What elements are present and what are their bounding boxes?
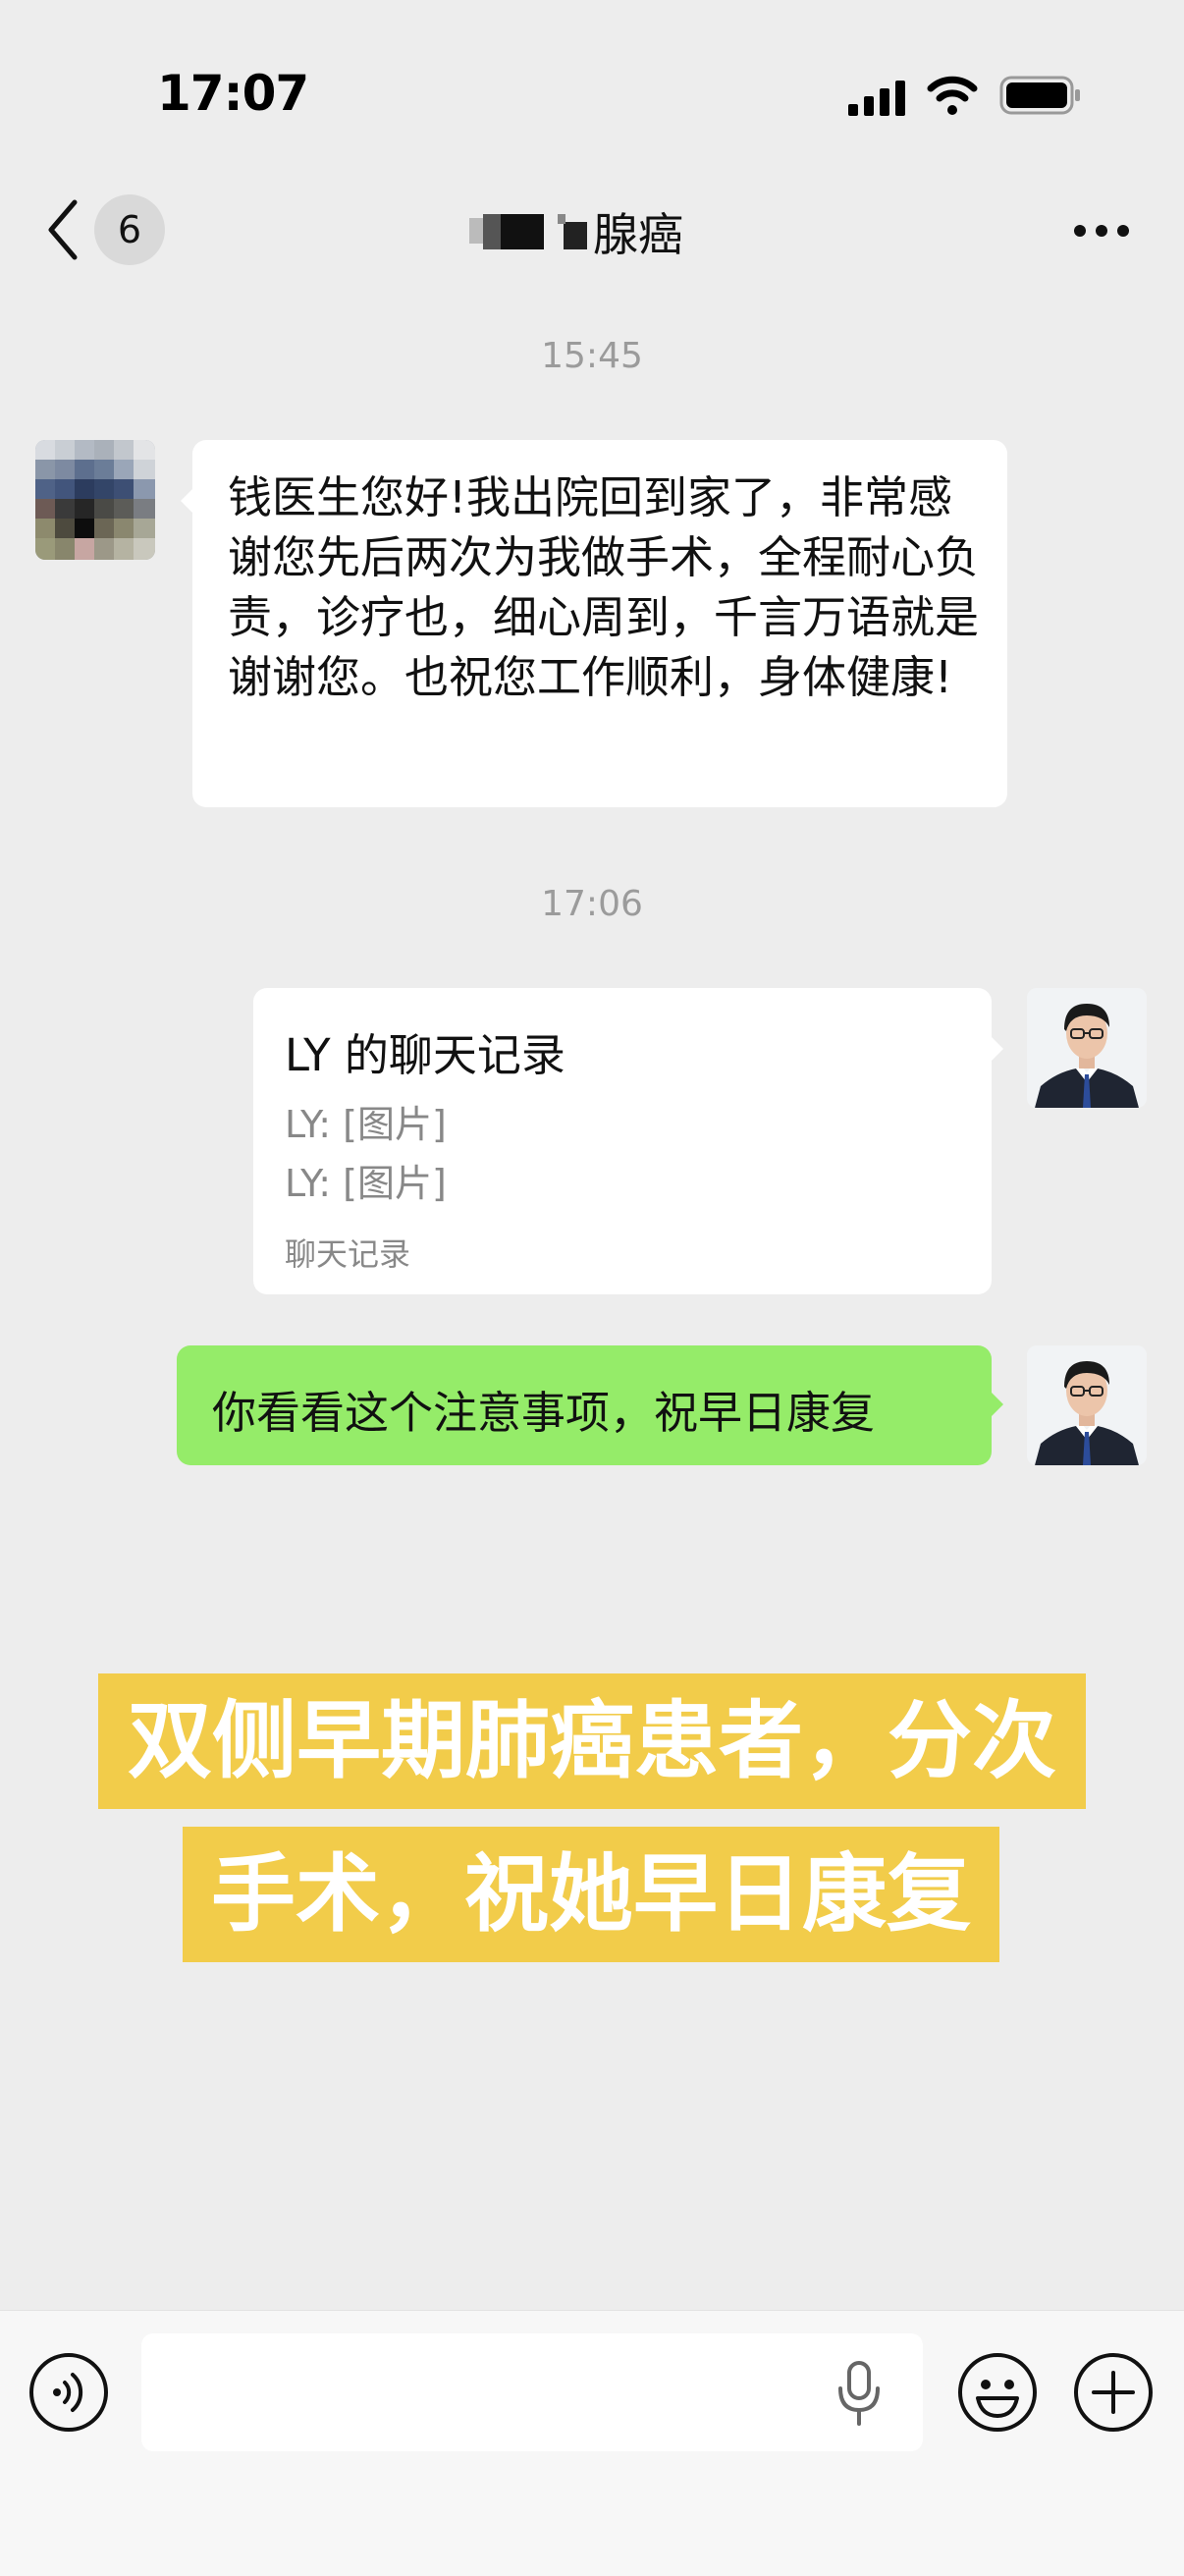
message-timestamp: 17:06 (541, 884, 643, 924)
outgoing-message-bubble[interactable]: 你看看这个注意事项，祝早日康复 (177, 1345, 992, 1465)
signal-icon (848, 81, 905, 116)
message-text: 你看看这个注意事项，祝早日康复 (212, 1387, 876, 1439)
card-preview-line: LY: [图片] (285, 1103, 447, 1146)
unread-count-badge[interactable]: 6 (94, 194, 165, 265)
card-footer: 聊天记录 (285, 1235, 411, 1273)
my-avatar[interactable] (1027, 988, 1147, 1108)
caption-line: 双侧早期肺癌患者，分次 (98, 1673, 1086, 1809)
card-title: LY 的聊天记录 (285, 1029, 565, 1081)
back-chevron-icon[interactable] (43, 196, 82, 263)
incoming-message-bubble[interactable]: 钱医生您好!我出院回到家了，非常感谢您先后两次为我做手术，全程耐心负责，诊疗也，… (192, 440, 1007, 807)
emoji-icon[interactable] (956, 2351, 1039, 2434)
chat-title: 腺癌 (461, 200, 683, 263)
plus-icon[interactable] (1072, 2351, 1155, 2434)
message-input[interactable] (141, 2333, 923, 2451)
caption-line: 手术，祝她早日康复 (183, 1827, 999, 1962)
chat-title-text: 腺癌 (593, 208, 683, 261)
card-preview-line: LY: [图片] (285, 1162, 447, 1205)
voice-icon[interactable] (27, 2351, 110, 2434)
wifi-icon (927, 76, 978, 115)
battery-icon (999, 76, 1080, 115)
bubble-tail (990, 1035, 1003, 1063)
more-icon[interactable] (1072, 222, 1131, 240)
bubble-tail (990, 1391, 1003, 1418)
message-timestamp: 15:45 (541, 336, 643, 376)
microphone-icon[interactable] (834, 2359, 884, 2428)
status-time: 17:07 (157, 65, 309, 122)
chat-history-card[interactable]: LY 的聊天记录 LY: [图片] LY: [图片] 聊天记录 (253, 988, 992, 1294)
my-avatar[interactable] (1027, 1345, 1147, 1465)
contact-avatar[interactable] (35, 440, 155, 560)
title-mosaic (461, 208, 589, 255)
message-text: 钱医生您好!我出院回到家了，非常感谢您先后两次为我做手术，全程耐心负责，诊疗也，… (228, 471, 980, 703)
